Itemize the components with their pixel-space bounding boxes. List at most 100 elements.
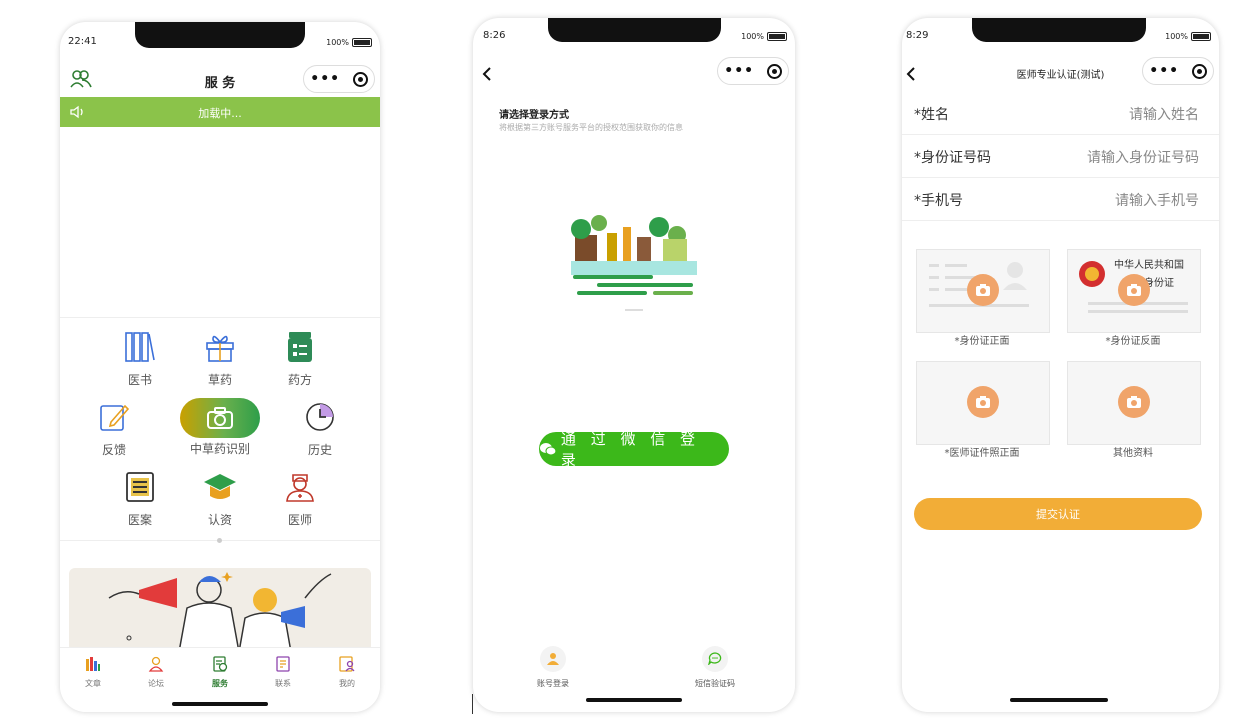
tab-label: 联系 bbox=[275, 679, 291, 688]
article-icon bbox=[86, 657, 100, 671]
tab-label: 文章 bbox=[85, 679, 101, 688]
grid-label: 医案 bbox=[127, 513, 152, 527]
battery-percent: 100% bbox=[1165, 32, 1188, 41]
status-battery: 100% bbox=[741, 32, 787, 41]
mini-program-capsule[interactable]: ••• bbox=[1142, 57, 1214, 85]
upload-id-back[interactable]: 中华人民共和国 居民身份证 bbox=[1067, 249, 1201, 333]
grid-item-feedback[interactable]: 反馈 bbox=[82, 400, 146, 458]
camera-button bbox=[967, 274, 999, 306]
edit-icon bbox=[100, 404, 130, 431]
name-field[interactable]: *姓名 请输入姓名 bbox=[902, 91, 1219, 135]
grid-item-doctors[interactable]: 医师 bbox=[268, 470, 332, 528]
history-icon bbox=[306, 403, 334, 431]
phone-certification-screen: 8:29 100% 医师专业认证(测试) ••• *姓名 请输入姓名 *身份证号… bbox=[902, 18, 1219, 712]
id-card-country-text: 中华人民共和国 bbox=[1114, 260, 1184, 271]
grid-label: 历史 bbox=[307, 443, 332, 457]
phone-input[interactable]: 请输入手机号 bbox=[1115, 190, 1199, 210]
megaphone-people-illustration bbox=[108, 572, 332, 652]
status-battery: 100% bbox=[1165, 32, 1211, 41]
account-login-option[interactable]: 账号登录 bbox=[513, 646, 593, 689]
divider bbox=[60, 317, 380, 318]
status-time: 22:41 bbox=[68, 36, 97, 47]
upload-label: *身份证正面 bbox=[954, 336, 1010, 347]
contact-icon bbox=[276, 656, 290, 672]
login-subheading: 将根据第三方账号服务平台的授权范围获取你的信息 bbox=[499, 123, 683, 132]
phone-login-screen: 8:26 100% ••• 请选择登录方式 将根据第三方账号服务平台的授权范围获… bbox=[473, 18, 795, 712]
home-indicator bbox=[172, 702, 268, 706]
status-time: 8:29 bbox=[906, 30, 929, 41]
camera-icon bbox=[976, 396, 990, 408]
id-number-label: *身份证号码 bbox=[914, 150, 991, 166]
upload-other-materials[interactable] bbox=[1067, 361, 1201, 445]
grid-item-prescriptions[interactable]: 药方 bbox=[268, 330, 332, 388]
grid-item-cases[interactable]: 医案 bbox=[108, 470, 172, 528]
grid-label: 医师 bbox=[287, 513, 312, 527]
profile-icon bbox=[339, 656, 355, 672]
books-icon bbox=[125, 332, 155, 362]
camera-button bbox=[1118, 274, 1150, 306]
battery-icon bbox=[352, 38, 372, 47]
more-icon[interactable]: ••• bbox=[724, 63, 754, 79]
upload-physician-license[interactable] bbox=[916, 361, 1050, 445]
grid-item-books[interactable]: 医书 bbox=[108, 330, 172, 388]
case-list-icon bbox=[126, 472, 154, 502]
sms-login-label: 短信验证码 bbox=[695, 679, 735, 688]
herb-recognition-label[interactable]: 中草药识别 bbox=[188, 440, 252, 457]
more-icon[interactable]: ••• bbox=[1149, 63, 1179, 79]
sms-login-option[interactable]: 短信验证码 bbox=[675, 646, 755, 689]
tab-articles[interactable]: 文章 bbox=[68, 656, 118, 689]
service-icon bbox=[213, 656, 228, 672]
battery-percent: 100% bbox=[741, 32, 764, 41]
notice-banner: 加载中... bbox=[60, 97, 380, 127]
phone-label: *手机号 bbox=[914, 193, 963, 209]
grid-label: 反馈 bbox=[101, 443, 126, 457]
upload-id-front[interactable] bbox=[916, 249, 1050, 333]
wechat-icon bbox=[539, 443, 557, 456]
account-login-label: 账号登录 bbox=[537, 679, 569, 688]
home-indicator bbox=[1010, 698, 1108, 702]
tab-contact[interactable]: 联系 bbox=[258, 656, 308, 689]
grid-label: 认资 bbox=[207, 513, 232, 527]
login-heading: 请选择登录方式 bbox=[499, 110, 569, 121]
camera-icon bbox=[1127, 284, 1141, 296]
mini-program-capsule[interactable]: ••• bbox=[717, 57, 789, 85]
upload-label: *身份证反面 bbox=[1105, 336, 1161, 347]
close-target-icon[interactable] bbox=[766, 63, 782, 79]
name-input[interactable]: 请输入姓名 bbox=[1129, 104, 1199, 124]
notch bbox=[548, 18, 721, 42]
tab-profile[interactable]: 我的 bbox=[322, 656, 372, 689]
more-icon[interactable]: ••• bbox=[310, 71, 340, 87]
battery-icon bbox=[1191, 32, 1211, 41]
back-arrow-icon[interactable] bbox=[481, 66, 493, 82]
doctor-icon bbox=[286, 474, 314, 502]
phone-field[interactable]: *手机号 请输入手机号 bbox=[902, 177, 1219, 221]
tropical-island-illustration bbox=[571, 215, 697, 311]
tab-forum[interactable]: 论坛 bbox=[131, 656, 181, 689]
grid-item-history[interactable]: 历史 bbox=[288, 400, 352, 458]
battery-percent: 100% bbox=[326, 38, 349, 47]
close-target-icon[interactable] bbox=[1191, 63, 1207, 79]
user-icon bbox=[547, 653, 559, 665]
account-login-circle bbox=[540, 646, 566, 672]
separator-line bbox=[472, 694, 473, 714]
camera-button bbox=[967, 386, 999, 418]
tab-label: 论坛 bbox=[148, 679, 164, 688]
pager-dot bbox=[217, 538, 222, 543]
submit-certification-button[interactable]: 提交认证 bbox=[914, 498, 1202, 530]
grid-label: 草药 bbox=[207, 373, 232, 387]
grid-item-herbs[interactable]: 草药 bbox=[188, 330, 252, 388]
camera-button bbox=[1118, 386, 1150, 418]
upload-label: *医师证件照正面 bbox=[944, 448, 1020, 459]
promo-illustration[interactable] bbox=[69, 568, 371, 652]
tab-services[interactable]: 服务 bbox=[195, 656, 245, 689]
herb-recognition-button[interactable] bbox=[180, 398, 260, 438]
wechat-login-button[interactable]: 通 过 微 信 登 录 bbox=[539, 430, 729, 469]
name-label: *姓名 bbox=[914, 107, 949, 123]
id-number-field[interactable]: *身份证号码 请输入身份证号码 bbox=[902, 134, 1219, 178]
bottom-tabbar: 文章 论坛 服务 联系 我的 bbox=[60, 647, 380, 712]
status-time: 8:26 bbox=[483, 30, 506, 41]
id-number-input[interactable]: 请输入身份证号码 bbox=[1087, 147, 1199, 167]
mini-program-capsule[interactable]: ••• bbox=[303, 65, 375, 93]
close-target-icon[interactable] bbox=[352, 71, 368, 87]
grid-item-certification[interactable]: 认资 bbox=[188, 470, 252, 528]
